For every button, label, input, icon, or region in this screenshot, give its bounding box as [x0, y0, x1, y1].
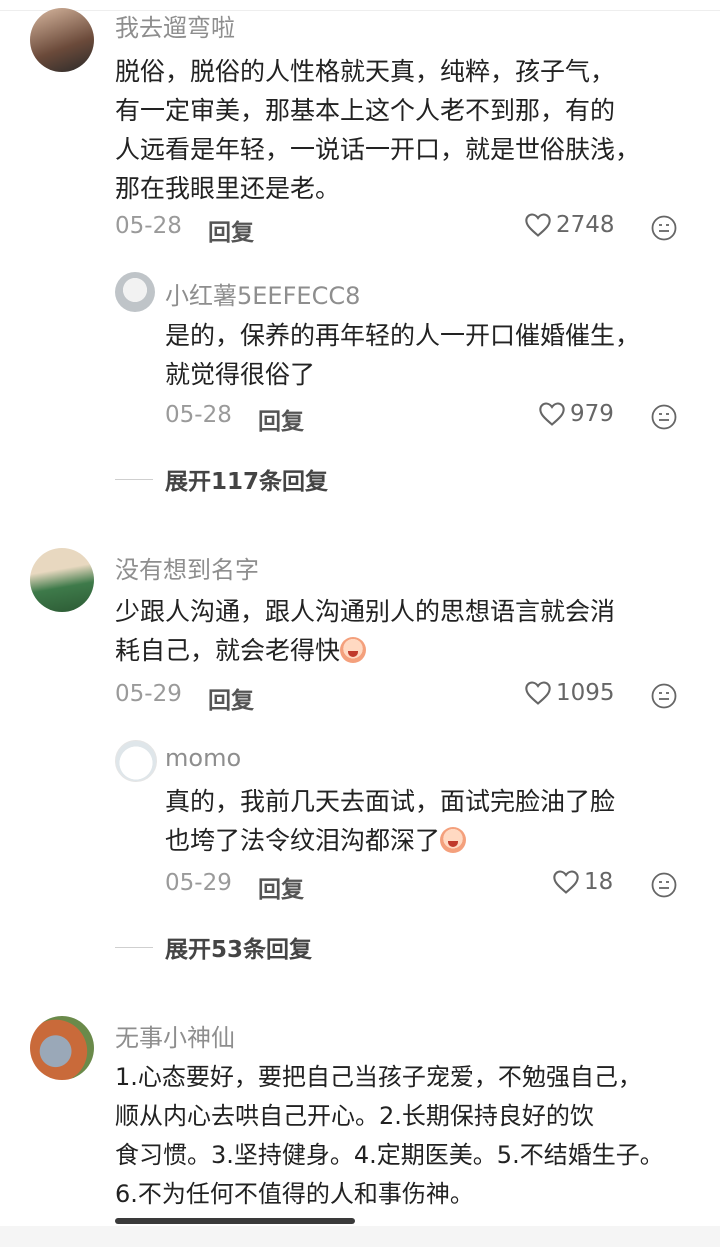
- emoji-react-icon[interactable]: [650, 682, 678, 710]
- reply-date: 05-28: [165, 402, 232, 428]
- like-button[interactable]: 18: [552, 869, 613, 895]
- expand-replies[interactable]: 展开117条回复: [115, 462, 328, 496]
- emoji-react-icon[interactable]: [650, 871, 678, 899]
- avatar[interactable]: [30, 8, 94, 72]
- emoji-react-icon[interactable]: [650, 403, 678, 431]
- like-count: 1095: [556, 680, 615, 706]
- reply-text: 真的，我前几天去面试，面试完脸油了脸 也垮了法令纹泪沟都深了: [165, 782, 615, 860]
- comment-text: 少跟人沟通，跟人沟通别人的思想语言就会消 耗自己，就会老得快: [115, 592, 615, 670]
- reply-button[interactable]: 回复: [208, 681, 254, 715]
- scroll-indicator: [115, 1218, 355, 1224]
- heart-icon: [553, 870, 579, 894]
- divider: [115, 946, 153, 948]
- comment-line: 1.心态要好，要把自己当孩子宠爱，不勉强自己，: [115, 1063, 642, 1091]
- reply-avatar[interactable]: [115, 272, 155, 312]
- like-count: 979: [570, 401, 614, 427]
- crying-face-icon: [440, 827, 467, 853]
- reply-button[interactable]: 回复: [258, 870, 304, 904]
- reply-avatar[interactable]: [115, 740, 157, 782]
- comment-text: 脱俗，脱俗的人性格就天真，纯粹，孩子气， 有一定审美，那基本上这个人老不到那，有…: [115, 52, 640, 208]
- comment-line: 人远看是年轻，一说话一开口，就是世俗肤浅，: [115, 135, 641, 164]
- emoji-react-icon[interactable]: [650, 214, 678, 242]
- comment-date: 05-29: [115, 681, 182, 707]
- comment-line: 6.不为任何不值得的人和事伤神。: [115, 1180, 474, 1208]
- bottom-edge: [0, 1226, 720, 1247]
- reply-button[interactable]: 回复: [258, 402, 304, 436]
- comment-line: 食习惯。3.坚持健身。4.定期医美。5.不结婚生子。: [115, 1141, 664, 1169]
- reply-line: 是的，保养的再年轻的人一开口催婚催生，: [165, 321, 641, 350]
- divider: [115, 478, 153, 480]
- comment-line: 耗自己，就会老得快: [115, 636, 341, 665]
- crying-face-icon: [340, 637, 367, 663]
- reply-line: 就觉得很俗了: [165, 360, 316, 389]
- reply-text: 是的，保养的再年轻的人一开口催婚催生， 就觉得很俗了: [165, 316, 640, 394]
- avatar[interactable]: [30, 1016, 94, 1080]
- like-button[interactable]: 2748: [524, 212, 615, 238]
- comment-text: 1.心态要好，要把自己当孩子宠爱，不勉强自己， 顺从内心去哄自己开心。2.长期保…: [115, 1058, 664, 1214]
- heart-icon: [539, 402, 565, 426]
- expand-label: 展开53条回复: [165, 937, 313, 963]
- comment-line: 顺从内心去哄自己开心。2.长期保持良好的饮: [115, 1102, 594, 1130]
- top-divider: [0, 10, 720, 11]
- avatar[interactable]: [30, 548, 94, 612]
- reply-author[interactable]: momo: [165, 744, 241, 772]
- heart-icon: [525, 213, 551, 237]
- like-count: 2748: [556, 212, 615, 238]
- reply-line: 也垮了法令纹泪沟都深了: [165, 826, 441, 855]
- like-button[interactable]: 979: [538, 401, 614, 427]
- comment-line: 有一定审美，那基本上这个人老不到那，有的: [115, 96, 616, 125]
- like-button[interactable]: 1095: [524, 680, 615, 706]
- reply-author[interactable]: 小红薯5EEFECC8: [165, 276, 360, 311]
- reply-button[interactable]: 回复: [208, 213, 254, 247]
- reply-line: 真的，我前几天去面试，面试完脸油了脸: [165, 787, 616, 816]
- comment-line: 脱俗，脱俗的人性格就天真，纯粹，孩子气，: [115, 57, 616, 86]
- comment-date: 05-28: [115, 213, 182, 239]
- expand-replies[interactable]: 展开53条回复: [115, 930, 312, 964]
- comment-line: 那在我眼里还是老。: [115, 174, 341, 203]
- reply-date: 05-29: [165, 870, 232, 896]
- comment-line: 少跟人沟通，跟人沟通别人的思想语言就会消: [115, 597, 616, 626]
- comment-author[interactable]: 没有想到名字: [115, 550, 259, 585]
- comment-author[interactable]: 无事小神仙: [115, 1018, 235, 1053]
- heart-icon: [525, 681, 551, 705]
- like-count: 18: [584, 869, 614, 895]
- comment-author[interactable]: 我去遛弯啦: [115, 8, 235, 43]
- expand-label: 展开117条回复: [165, 469, 329, 495]
